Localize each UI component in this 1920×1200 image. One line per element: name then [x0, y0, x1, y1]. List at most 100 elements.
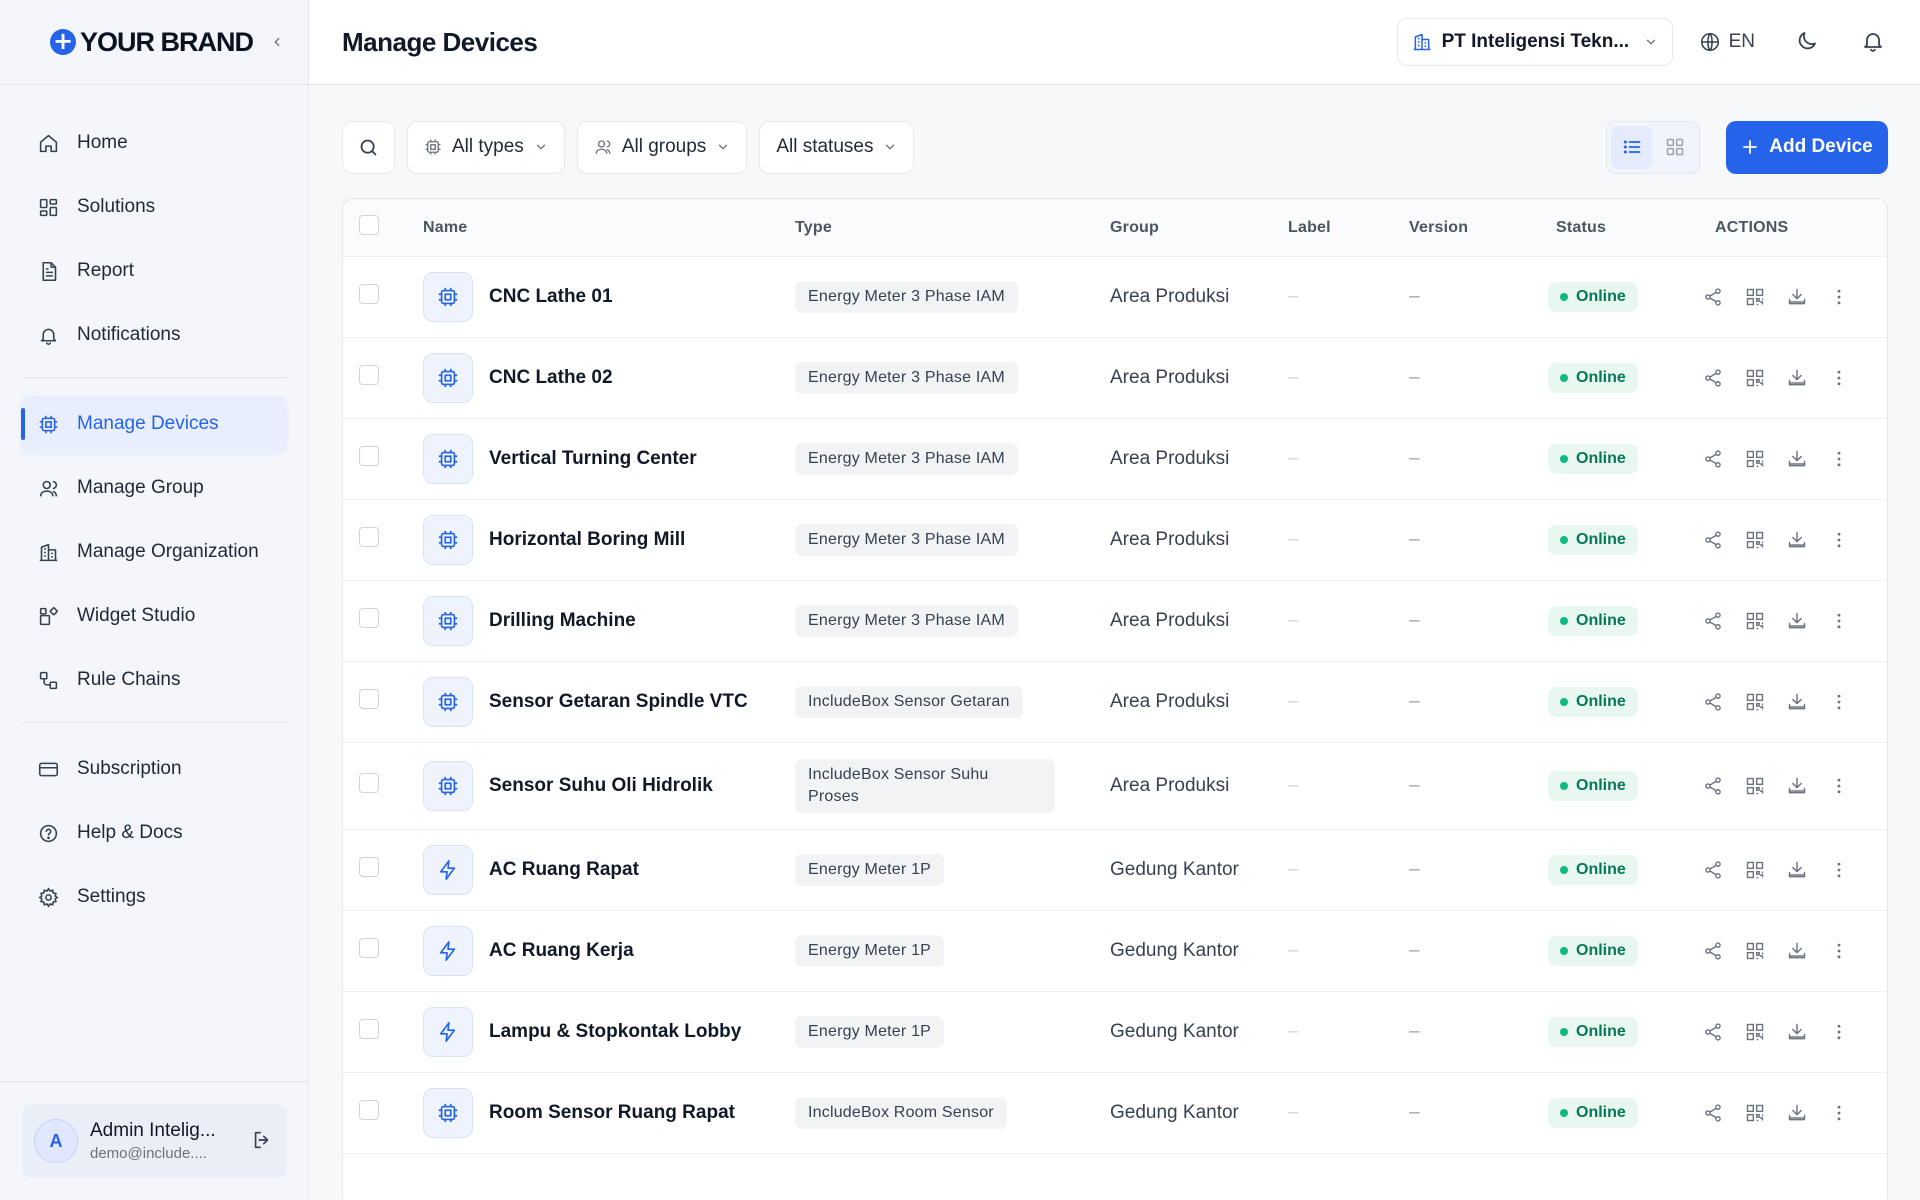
- column-type[interactable]: Type: [795, 219, 1110, 237]
- table-row[interactable]: CNC Lathe 02 Energy Meter 3 Phase IAM Ar…: [343, 338, 1887, 419]
- device-name[interactable]: Sensor Getaran Spindle VTC: [489, 691, 748, 713]
- table-row[interactable]: Drilling Machine Energy Meter 3 Phase IA…: [343, 581, 1887, 662]
- share-button[interactable]: [1701, 447, 1725, 471]
- add-device-button[interactable]: Add Device: [1726, 120, 1888, 174]
- download-button[interactable]: [1785, 528, 1809, 552]
- qr-code-button[interactable]: [1743, 1101, 1767, 1125]
- download-button[interactable]: [1785, 1101, 1809, 1125]
- qr-code-button[interactable]: [1743, 609, 1767, 633]
- column-version[interactable]: Version: [1409, 219, 1556, 237]
- row-checkbox[interactable]: [359, 1019, 379, 1039]
- column-group[interactable]: Group: [1110, 219, 1288, 237]
- device-name[interactable]: AC Ruang Rapat: [489, 859, 639, 881]
- more-options-button[interactable]: [1827, 609, 1851, 633]
- filter-types[interactable]: All types: [407, 120, 565, 174]
- more-options-button[interactable]: [1827, 774, 1851, 798]
- share-button[interactable]: [1701, 690, 1725, 714]
- more-options-button[interactable]: [1827, 858, 1851, 882]
- more-options-button[interactable]: [1827, 285, 1851, 309]
- list-view-button[interactable]: [1611, 125, 1652, 169]
- grid-view-button[interactable]: [1654, 126, 1695, 169]
- share-button[interactable]: [1701, 528, 1725, 552]
- filter-statuses[interactable]: All statuses: [759, 120, 915, 174]
- row-checkbox[interactable]: [359, 857, 379, 877]
- device-name[interactable]: AC Ruang Kerja: [489, 940, 634, 962]
- row-checkbox[interactable]: [359, 527, 379, 547]
- download-button[interactable]: [1785, 1020, 1809, 1044]
- more-options-button[interactable]: [1827, 690, 1851, 714]
- sidebar-item-settings[interactable]: Settings: [21, 869, 287, 925]
- share-button[interactable]: [1701, 1101, 1725, 1125]
- sidebar-item-report[interactable]: Report: [21, 243, 287, 299]
- device-name[interactable]: Horizontal Boring Mill: [489, 529, 685, 551]
- qr-code-button[interactable]: [1743, 939, 1767, 963]
- column-status[interactable]: Status: [1556, 219, 1693, 237]
- share-button[interactable]: [1701, 285, 1725, 309]
- qr-code-button[interactable]: [1743, 690, 1767, 714]
- user-card[interactable]: A Admin Intelig... demo@include....: [22, 1104, 287, 1178]
- download-button[interactable]: [1785, 939, 1809, 963]
- share-button[interactable]: [1701, 609, 1725, 633]
- qr-code-button[interactable]: [1743, 1020, 1767, 1044]
- sidebar-item-subscription[interactable]: Subscription: [21, 741, 287, 797]
- search-button[interactable]: [342, 120, 395, 174]
- filter-groups[interactable]: All groups: [576, 120, 748, 174]
- row-checkbox[interactable]: [359, 365, 379, 385]
- download-button[interactable]: [1785, 774, 1809, 798]
- row-checkbox[interactable]: [359, 1100, 379, 1120]
- organization-select[interactable]: PT Inteligensi Tekn...: [1396, 18, 1673, 66]
- device-name[interactable]: CNC Lathe 01: [489, 286, 613, 308]
- row-checkbox[interactable]: [359, 689, 379, 709]
- sidebar-item-rule-chains[interactable]: Rule Chains: [21, 652, 287, 708]
- sidebar-item-manage-organization[interactable]: Manage Organization: [21, 524, 287, 580]
- share-button[interactable]: [1701, 774, 1725, 798]
- sidebar-item-home[interactable]: Home: [21, 115, 287, 171]
- more-options-button[interactable]: [1827, 366, 1851, 390]
- sidebar-item-manage-devices[interactable]: Manage Devices: [21, 396, 287, 452]
- download-button[interactable]: [1785, 447, 1809, 471]
- share-button[interactable]: [1701, 939, 1725, 963]
- share-button[interactable]: [1701, 858, 1725, 882]
- row-checkbox[interactable]: [359, 446, 379, 466]
- device-name[interactable]: Vertical Turning Center: [489, 448, 697, 470]
- sidebar-item-notifications[interactable]: Notifications: [21, 307, 287, 363]
- table-row[interactable]: AC Ruang Rapat Energy Meter 1P Gedung Ka…: [343, 830, 1887, 911]
- more-options-button[interactable]: [1827, 447, 1851, 471]
- sidebar-item-widget-studio[interactable]: Widget Studio: [21, 588, 287, 644]
- row-checkbox[interactable]: [359, 284, 379, 304]
- row-checkbox[interactable]: [359, 608, 379, 628]
- sidebar-item-solutions[interactable]: Solutions: [21, 179, 287, 235]
- qr-code-button[interactable]: [1743, 774, 1767, 798]
- download-button[interactable]: [1785, 858, 1809, 882]
- share-button[interactable]: [1701, 1020, 1725, 1044]
- more-options-button[interactable]: [1827, 528, 1851, 552]
- download-button[interactable]: [1785, 366, 1809, 390]
- table-row[interactable]: Horizontal Boring Mill Energy Meter 3 Ph…: [343, 500, 1887, 581]
- table-row[interactable]: AC Ruang Kerja Energy Meter 1P Gedung Ka…: [343, 911, 1887, 992]
- row-checkbox[interactable]: [359, 938, 379, 958]
- collapse-sidebar-button[interactable]: [267, 32, 287, 52]
- notifications-button[interactable]: [1861, 29, 1887, 55]
- sidebar-item-manage-group[interactable]: Manage Group: [21, 460, 287, 516]
- more-options-button[interactable]: [1827, 939, 1851, 963]
- device-name[interactable]: Room Sensor Ruang Rapat: [489, 1102, 735, 1124]
- row-checkbox[interactable]: [359, 773, 379, 793]
- theme-toggle-button[interactable]: [1795, 29, 1821, 55]
- device-name[interactable]: CNC Lathe 02: [489, 367, 613, 389]
- download-button[interactable]: [1785, 609, 1809, 633]
- device-name[interactable]: Sensor Suhu Oli Hidrolik: [489, 775, 713, 797]
- table-row[interactable]: CNC Lathe 01 Energy Meter 3 Phase IAM Ar…: [343, 257, 1887, 338]
- language-switcher[interactable]: EN: [1699, 31, 1755, 53]
- device-name[interactable]: Drilling Machine: [489, 610, 636, 632]
- table-row[interactable]: Sensor Getaran Spindle VTC IncludeBox Se…: [343, 662, 1887, 743]
- select-all-checkbox[interactable]: [359, 215, 379, 235]
- qr-code-button[interactable]: [1743, 528, 1767, 552]
- qr-code-button[interactable]: [1743, 366, 1767, 390]
- table-row[interactable]: Lampu & Stopkontak Lobby Energy Meter 1P…: [343, 992, 1887, 1073]
- column-label[interactable]: Label: [1288, 219, 1409, 237]
- qr-code-button[interactable]: [1743, 858, 1767, 882]
- column-name[interactable]: Name: [423, 219, 795, 237]
- sidebar-item-help-docs[interactable]: Help & Docs: [21, 805, 287, 861]
- more-options-button[interactable]: [1827, 1020, 1851, 1044]
- table-row[interactable]: Vertical Turning Center Energy Meter 3 P…: [343, 419, 1887, 500]
